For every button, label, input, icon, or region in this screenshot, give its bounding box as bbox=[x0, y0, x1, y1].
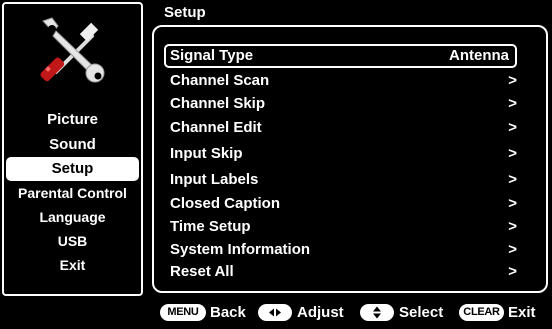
row-label: Channel Edit bbox=[170, 119, 262, 136]
menu-item-picture[interactable]: Picture bbox=[4, 107, 141, 132]
menu-item-sound[interactable]: Sound bbox=[4, 132, 141, 157]
chevron-right-icon: > bbox=[508, 145, 517, 162]
row-label: Reset All bbox=[170, 263, 234, 280]
setup-row-input-labels[interactable]: Input Labels > bbox=[164, 169, 519, 191]
select-hint: Select bbox=[399, 304, 444, 321]
setup-row-system-information[interactable]: System Information > bbox=[164, 239, 519, 261]
row-label: Input Labels bbox=[170, 171, 259, 188]
menu-key-badge: MENU bbox=[160, 304, 206, 321]
chevron-right-icon: > bbox=[508, 119, 517, 136]
row-value: Antenna bbox=[449, 47, 509, 64]
chevron-right-icon: > bbox=[508, 195, 517, 212]
chevron-right-icon: > bbox=[508, 218, 517, 235]
menu-item-exit[interactable]: Exit bbox=[4, 253, 141, 277]
setup-row-closed-caption[interactable]: Closed Caption > bbox=[164, 193, 519, 215]
setup-row-signal-type[interactable]: Signal Type Antenna bbox=[164, 44, 517, 68]
chevron-right-icon: > bbox=[508, 171, 517, 188]
back-hint: Back bbox=[210, 304, 246, 321]
setup-options-panel: Signal Type Antenna Channel Scan > Chann… bbox=[152, 25, 548, 293]
chevron-right-icon: > bbox=[508, 241, 517, 258]
up-down-arrows-icon bbox=[360, 304, 394, 321]
menu-item-language[interactable]: Language bbox=[4, 205, 141, 229]
setup-row-time-setup[interactable]: Time Setup > bbox=[164, 216, 519, 238]
menu-item-setup[interactable]: Setup bbox=[6, 157, 139, 181]
tools-icon bbox=[40, 17, 105, 83]
row-label: Closed Caption bbox=[170, 195, 281, 212]
help-bar: MENU Back Adjust Select CLEAR Exit bbox=[0, 302, 552, 324]
chevron-right-icon: > bbox=[508, 72, 517, 89]
clear-key-badge: CLEAR bbox=[459, 304, 504, 321]
row-label: System Information bbox=[170, 241, 311, 258]
exit-hint: Exit bbox=[508, 304, 536, 321]
chevron-right-icon: > bbox=[508, 95, 517, 112]
chevron-right-icon: > bbox=[508, 263, 517, 280]
row-label: Signal Type bbox=[170, 47, 254, 64]
menu-item-usb[interactable]: USB bbox=[4, 229, 141, 253]
setup-row-channel-scan[interactable]: Channel Scan > bbox=[164, 70, 519, 92]
row-label: Input Skip bbox=[170, 145, 243, 162]
adjust-hint: Adjust bbox=[297, 304, 344, 321]
tv-setup-screen: Picture Sound Setup Parental Control Lan… bbox=[0, 0, 552, 329]
left-right-arrows-icon bbox=[258, 304, 292, 321]
main-menu-panel: Picture Sound Setup Parental Control Lan… bbox=[2, 2, 143, 296]
setup-row-channel-edit[interactable]: Channel Edit > bbox=[164, 117, 519, 139]
menu-item-parental-control[interactable]: Parental Control bbox=[4, 181, 141, 205]
row-label: Time Setup bbox=[170, 218, 251, 235]
setup-row-reset-all[interactable]: Reset All > bbox=[164, 261, 519, 283]
setup-row-channel-skip[interactable]: Channel Skip > bbox=[164, 93, 519, 115]
setup-row-input-skip[interactable]: Input Skip > bbox=[164, 143, 519, 165]
row-label: Channel Scan bbox=[170, 72, 270, 89]
main-menu-list: Picture Sound Setup Parental Control Lan… bbox=[4, 107, 141, 277]
row-label: Channel Skip bbox=[170, 95, 266, 112]
page-title: Setup bbox=[164, 4, 206, 21]
